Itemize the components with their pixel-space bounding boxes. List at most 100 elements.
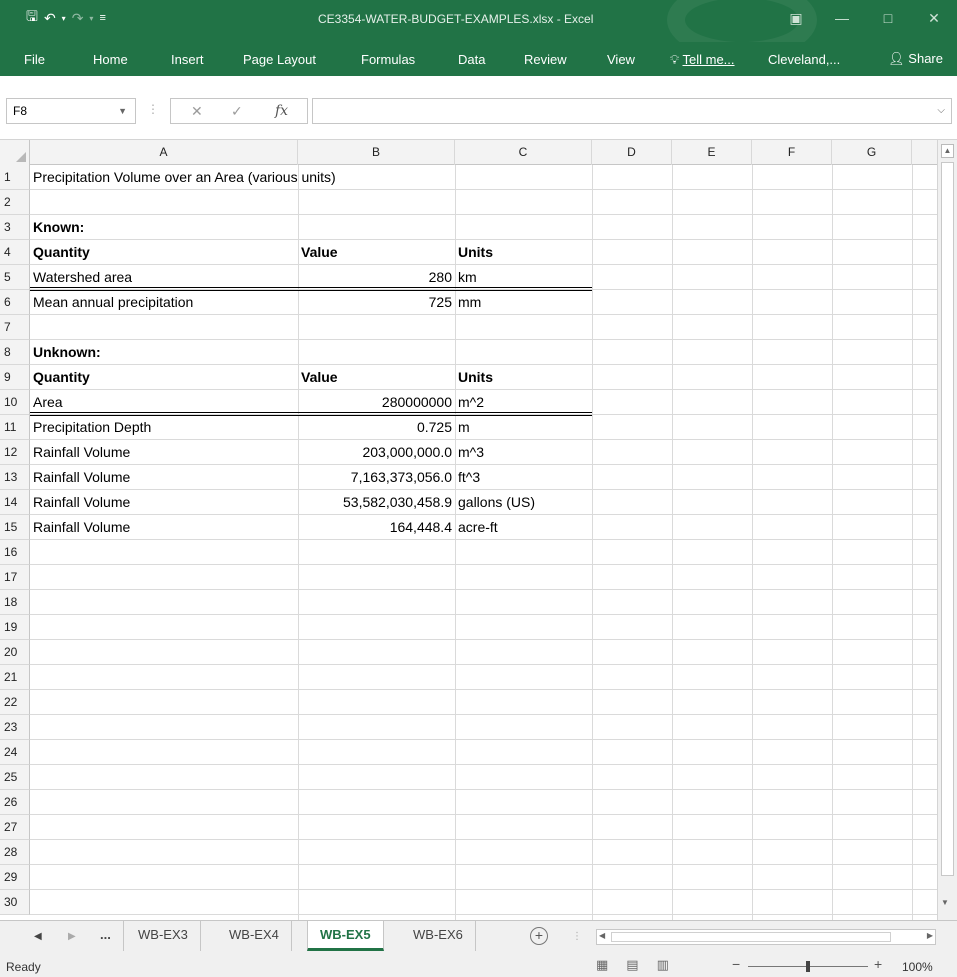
row-header[interactable]: 5 (0, 265, 30, 290)
cell-b15[interactable]: 164,448.4 (298, 515, 455, 540)
cancel-icon[interactable]: ✕ (191, 103, 203, 120)
cell-c12[interactable]: m^3 (455, 440, 592, 465)
column-header-a[interactable]: A (30, 140, 298, 165)
row-header[interactable]: 27 (0, 815, 30, 840)
cell-c4[interactable]: Units (455, 240, 592, 265)
close-icon[interactable]: ✕ (911, 0, 957, 42)
row-header[interactable]: 18 (0, 590, 30, 615)
row-header[interactable]: 7 (0, 315, 30, 340)
cell-a1[interactable]: Precipitation Volume over an Area (vario… (30, 165, 460, 190)
cell-a6[interactable]: Mean annual precipitation (30, 290, 298, 315)
cell-area[interactable]: Precipitation Volume over an Area (vario… (30, 165, 937, 920)
scroll-left-icon[interactable]: ◀ (599, 931, 605, 940)
tab-data[interactable]: Data (458, 52, 485, 67)
share-button[interactable]: 👤︎ Share (888, 51, 943, 67)
row-header[interactable]: 14 (0, 490, 30, 515)
cell-c11[interactable]: m (455, 415, 592, 440)
cell-a12[interactable]: Rainfall Volume (30, 440, 298, 465)
row-header[interactable]: 6 (0, 290, 30, 315)
row-header[interactable]: 12 (0, 440, 30, 465)
cell-c6[interactable]: mm (455, 290, 592, 315)
cell-a13[interactable]: Rainfall Volume (30, 465, 298, 490)
row-header[interactable]: 23 (0, 715, 30, 740)
zoom-slider[interactable]: − + 100% (732, 956, 942, 974)
row-header[interactable]: 8 (0, 340, 30, 365)
ribbon-display-options-icon[interactable]: ▣ (773, 0, 819, 42)
column-header-d[interactable]: D (592, 140, 672, 165)
customize-qat-icon[interactable]: ≡ (99, 12, 105, 24)
zoom-out-icon[interactable]: − (732, 956, 740, 972)
cell-b13[interactable]: 7,163,373,056.0 (298, 465, 455, 490)
undo-icon[interactable]: ↶ (44, 10, 56, 27)
tab-home[interactable]: Home (93, 52, 128, 67)
redo-icon[interactable]: ↷ (72, 10, 84, 27)
save-icon[interactable]: 🖫 (26, 6, 38, 30)
cell-c15[interactable]: acre-ft (455, 515, 592, 540)
maximize-icon[interactable]: □ (865, 0, 911, 42)
cell-a3[interactable]: Known: (30, 215, 298, 240)
cell-b10[interactable]: 280000000 (298, 390, 455, 415)
column-header-f[interactable]: F (752, 140, 832, 165)
row-header[interactable]: 19 (0, 615, 30, 640)
cell-a5[interactable]: Watershed area (30, 265, 298, 290)
row-header[interactable]: 9 (0, 365, 30, 390)
row-header[interactable]: 3 (0, 215, 30, 240)
cell-b6[interactable]: 725 (298, 290, 455, 315)
column-header-c[interactable]: C (455, 140, 592, 165)
tell-me-box[interactable]: 💡︎ Tell me... (670, 52, 735, 68)
row-header[interactable]: 16 (0, 540, 30, 565)
scroll-up-icon[interactable]: ▲ (941, 144, 954, 158)
cell-b12[interactable]: 203,000,000.0 (298, 440, 455, 465)
cell-b9[interactable]: Value (298, 365, 455, 390)
tab-view[interactable]: View (607, 52, 635, 67)
redo-dropdown-icon[interactable]: ▾ (89, 14, 93, 23)
cell-c10[interactable]: m^2 (455, 390, 592, 415)
tab-file[interactable]: File (24, 52, 45, 67)
row-header[interactable]: 17 (0, 565, 30, 590)
cell-c9[interactable]: Units (455, 365, 592, 390)
cell-c14[interactable]: gallons (US) (455, 490, 592, 515)
next-sheet-icon[interactable]: ▶ (68, 931, 76, 942)
horizontal-scrollbar-thumb[interactable] (611, 932, 891, 942)
chevron-down-icon[interactable]: ▼ (118, 99, 127, 123)
horizontal-scrollbar[interactable]: ◀ ▶ (596, 929, 936, 945)
row-header[interactable]: 4 (0, 240, 30, 265)
row-header[interactable]: 11 (0, 415, 30, 440)
cell-a11[interactable]: Precipitation Depth (30, 415, 298, 440)
cell-a10[interactable]: Area (30, 390, 298, 415)
cell-b14[interactable]: 53,582,030,458.9 (298, 490, 455, 515)
column-header-g[interactable]: G (832, 140, 912, 165)
tab-formulas[interactable]: Formulas (361, 52, 415, 67)
cell-c13[interactable]: ft^3 (455, 465, 592, 490)
cell-b11[interactable]: 0.725 (298, 415, 455, 440)
sheet-tab-wb-ex3[interactable]: WB-EX3 (126, 921, 201, 951)
column-header-e[interactable]: E (672, 140, 752, 165)
zoom-level[interactable]: 100% (902, 960, 933, 974)
sheet-tab-wb-ex4[interactable]: WB-EX4 (217, 921, 292, 951)
column-header-b[interactable]: B (298, 140, 455, 165)
sheet-tab-wb-ex5[interactable]: WB-EX5 (307, 921, 384, 951)
row-header[interactable]: 15 (0, 515, 30, 540)
add-sheet-icon[interactable]: + (530, 927, 548, 945)
tab-page-layout[interactable]: Page Layout (243, 52, 316, 67)
cell-c5[interactable]: km (455, 265, 592, 290)
row-header[interactable]: 21 (0, 665, 30, 690)
page-break-view-icon[interactable]: ▥ (657, 957, 669, 973)
minimize-icon[interactable]: — (819, 0, 865, 42)
cell-a14[interactable]: Rainfall Volume (30, 490, 298, 515)
cell-a8[interactable]: Unknown: (30, 340, 298, 365)
row-header[interactable]: 2 (0, 190, 30, 215)
row-header[interactable]: 28 (0, 840, 30, 865)
row-header[interactable]: 26 (0, 790, 30, 815)
zoom-knob[interactable] (806, 961, 810, 972)
prev-sheet-icon[interactable]: ◀ (34, 931, 42, 942)
cell-a15[interactable]: Rainfall Volume (30, 515, 298, 540)
row-header[interactable]: 1 (0, 165, 30, 190)
select-all-button[interactable] (0, 140, 30, 165)
normal-view-icon[interactable]: ▦ (596, 957, 608, 973)
enter-check-icon[interactable]: ✓ (231, 103, 243, 120)
expand-formula-bar-icon[interactable]: ⌵ (937, 105, 945, 116)
row-header[interactable]: 30 (0, 890, 30, 915)
cell-a9[interactable]: Quantity (30, 365, 298, 390)
sheet-tab-more[interactable]: ... (88, 921, 124, 951)
